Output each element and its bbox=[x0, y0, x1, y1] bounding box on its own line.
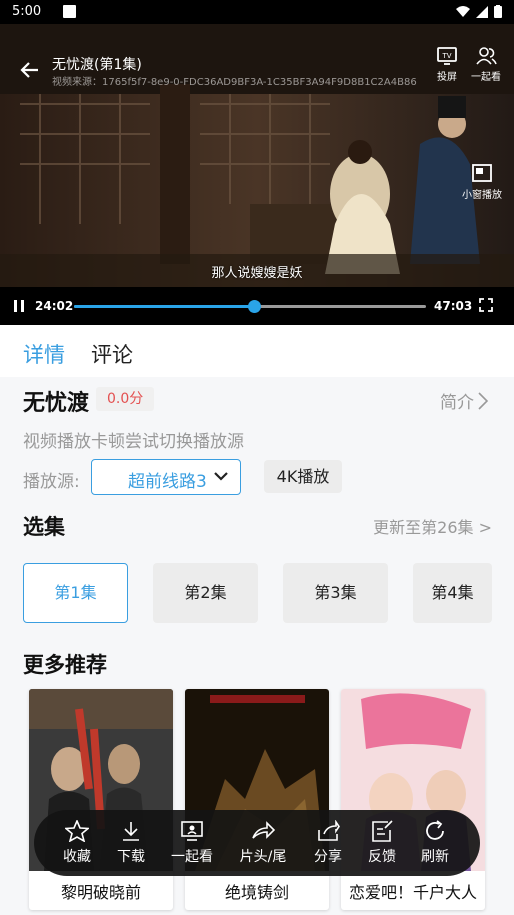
playback-hint: 视频播放卡顿尝试切换播放源 bbox=[23, 432, 244, 452]
show-title: 无忧渡 bbox=[23, 391, 90, 416]
feedback-button[interactable]: 反馈 bbox=[352, 820, 412, 866]
current-time: 24:02 bbox=[35, 299, 74, 313]
card-title: 黎明破晓前 bbox=[60, 883, 141, 902]
status-bar: 5:00 bbox=[0, 0, 514, 24]
progress-thumb[interactable] bbox=[247, 300, 261, 313]
tab-comments[interactable]: 评论 bbox=[91, 339, 133, 369]
cast-button[interactable]: TV 投屏 bbox=[430, 46, 464, 83]
status-time: 5:00 bbox=[12, 4, 42, 19]
tab-details[interactable]: 详情 bbox=[23, 339, 65, 369]
wifi-icon bbox=[456, 5, 470, 17]
watch-together-icon bbox=[181, 821, 203, 841]
episode-3-button[interactable]: 第3集 bbox=[283, 563, 388, 623]
episodes-title: 选集 bbox=[23, 515, 65, 539]
watch-together-button[interactable]: 一起看 bbox=[162, 820, 222, 866]
4k-play-button[interactable]: 4K播放 bbox=[264, 460, 342, 493]
intro-link[interactable]: 简介 bbox=[440, 388, 488, 413]
action-bar: 收藏 下载 一起看 片头/尾 分享 反馈 刷新 bbox=[34, 810, 480, 876]
source-select[interactable]: 超前线路3 bbox=[91, 459, 241, 495]
intro-label: 简介 bbox=[440, 393, 474, 413]
pip-icon bbox=[472, 164, 492, 182]
download-button[interactable]: 下载 bbox=[101, 820, 161, 866]
episode-2-button[interactable]: 第2集 bbox=[153, 563, 258, 623]
episodes-update-link[interactable]: 更新至第26集 > bbox=[373, 514, 492, 538]
episode-4-button[interactable]: 第4集 bbox=[413, 563, 492, 623]
total-time: 47:03 bbox=[434, 299, 473, 313]
share-icon bbox=[318, 820, 340, 841]
download-label: 下载 bbox=[117, 849, 145, 865]
refresh-button[interactable]: 刷新 bbox=[405, 820, 465, 866]
player-controls: 24:02 47:03 bbox=[0, 287, 514, 325]
episode-1-button[interactable]: 第1集 bbox=[23, 563, 128, 623]
refresh-icon bbox=[426, 820, 444, 840]
video-title: 无忧渡(第1集) bbox=[52, 57, 142, 73]
recommend-card[interactable]: 恋爱吧！千户大人 bbox=[341, 689, 485, 910]
cast-icon: TV bbox=[437, 47, 457, 65]
recommend-card[interactable]: 绝境铸剑 bbox=[185, 689, 329, 910]
skip-intro-button[interactable]: 片头/尾 bbox=[233, 820, 293, 866]
progress-bar[interactable] bbox=[74, 300, 426, 313]
feedback-icon bbox=[372, 820, 393, 842]
card-title: 绝境铸剑 bbox=[224, 883, 289, 902]
score-badge: 0.0分 bbox=[96, 387, 155, 411]
feedback-label: 反馈 bbox=[368, 849, 396, 865]
progress-fill bbox=[74, 305, 254, 308]
notification-icon bbox=[63, 5, 76, 18]
signal-icon bbox=[476, 5, 488, 18]
refresh-label: 刷新 bbox=[421, 849, 449, 865]
video-subtitle: 那人说嫂嫂是妖 bbox=[211, 266, 303, 281]
source-value: 超前线路3 bbox=[128, 472, 207, 492]
recommend-title: 更多推荐 bbox=[23, 653, 107, 677]
detail-tabs: 详情 评论 bbox=[0, 325, 514, 377]
share-label: 分享 bbox=[314, 849, 342, 865]
skip-intro-label: 片头/尾 bbox=[239, 849, 287, 865]
svg-text:TV: TV bbox=[441, 52, 451, 60]
pip-label: 小窗播放 bbox=[462, 190, 502, 201]
favorite-label: 收藏 bbox=[63, 849, 91, 865]
share-button[interactable]: 分享 bbox=[298, 820, 358, 866]
battery-icon bbox=[494, 5, 502, 18]
back-arrow-icon[interactable] bbox=[18, 58, 42, 82]
source-label: 播放源: bbox=[23, 472, 80, 492]
video-source-text: 视频来源：1765f5f7-8e9-0-FDC36AD9BF3A-1C35BF3… bbox=[52, 77, 417, 88]
download-icon bbox=[123, 822, 139, 841]
watch-together-top-label: 一起看 bbox=[471, 72, 501, 83]
pip-button[interactable]: 小窗播放 bbox=[460, 164, 504, 201]
recommend-list: 黎明破晓前 绝境铸剑 恋爱吧！千户大人 bbox=[0, 689, 514, 915]
recommend-card[interactable]: 黎明破晓前 bbox=[29, 689, 173, 910]
favorite-button[interactable]: 收藏 bbox=[47, 820, 107, 866]
chevron-right-icon bbox=[478, 391, 488, 410]
fullscreen-icon[interactable] bbox=[479, 298, 493, 312]
chevron-down-icon bbox=[214, 472, 228, 481]
watch-together-top-button[interactable]: 一起看 bbox=[469, 46, 503, 83]
watch-together-label: 一起看 bbox=[171, 849, 213, 865]
card-title: 恋爱吧！千户大人 bbox=[348, 883, 477, 902]
skip-intro-icon bbox=[252, 821, 275, 839]
people-icon bbox=[476, 47, 497, 65]
pause-icon[interactable] bbox=[13, 299, 25, 313]
video-player[interactable]: 无忧渡(第1集) 视频来源：1765f5f7-8e9-0-FDC36AD9BF3… bbox=[0, 24, 514, 325]
cast-label: 投屏 bbox=[437, 72, 457, 83]
star-icon bbox=[65, 820, 89, 842]
